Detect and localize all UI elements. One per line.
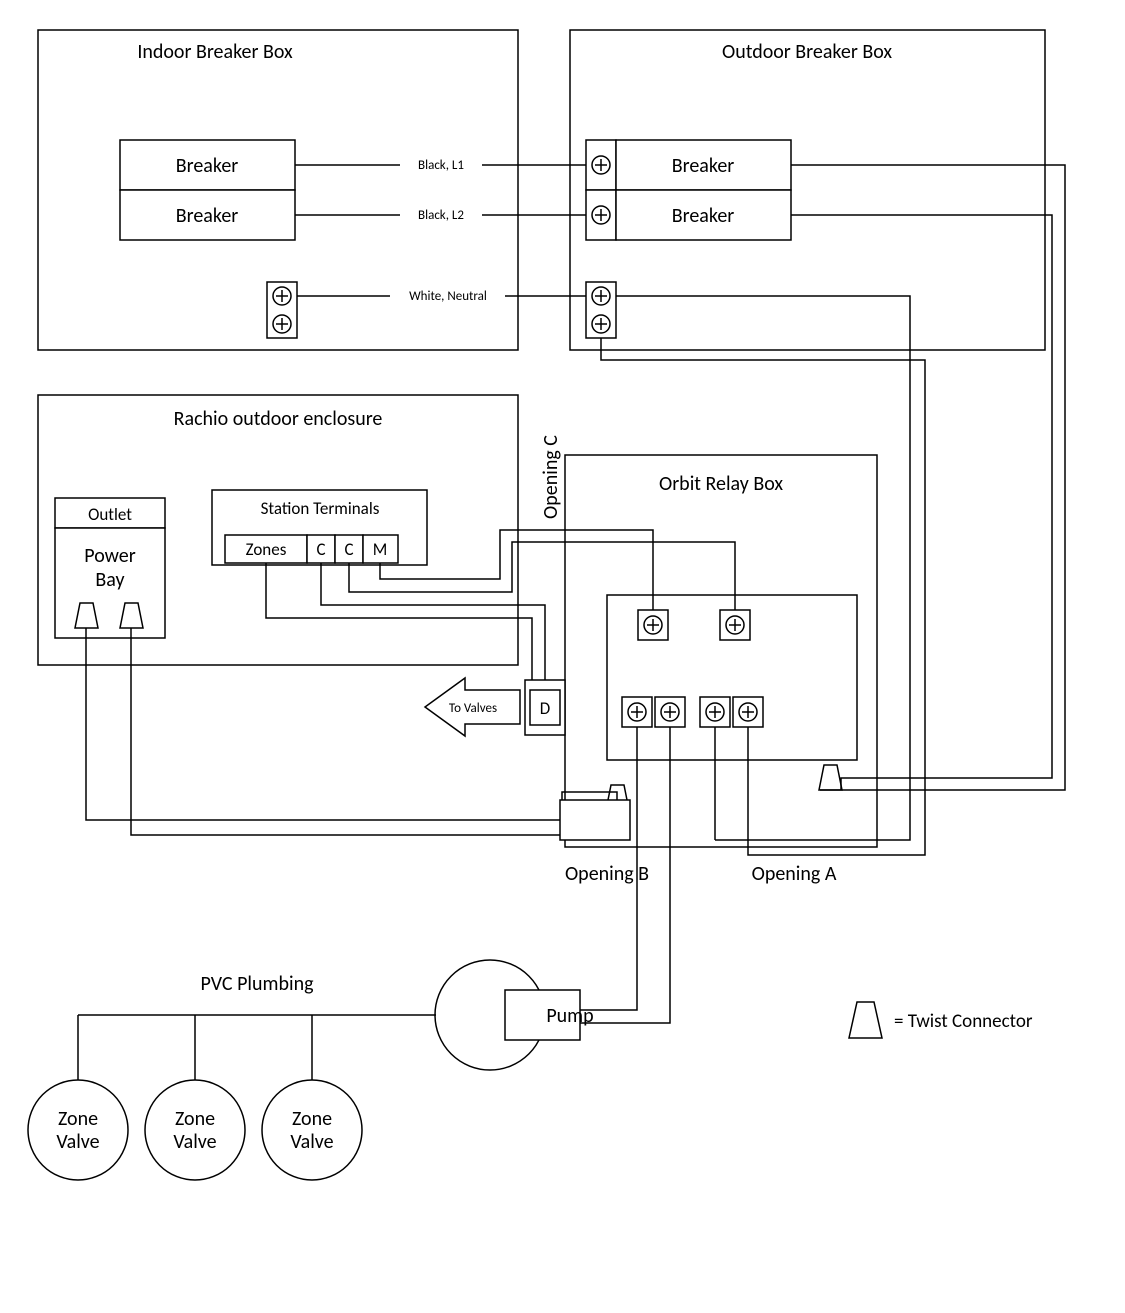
pump-label: Pump xyxy=(546,1004,593,1028)
d-label: D xyxy=(540,698,550,719)
power-bay-label-2: Bay xyxy=(95,568,124,592)
outdoor-breaker-title: Outdoor Breaker Box xyxy=(722,40,892,64)
outlet-label: Outlet xyxy=(88,504,132,525)
svg-text:Zone: Zone xyxy=(58,1107,98,1131)
svg-text:Zone: Zone xyxy=(292,1107,332,1131)
c1-label: C xyxy=(316,539,325,560)
indoor-breaker-title: Indoor Breaker Box xyxy=(137,40,293,64)
opening-b-cover xyxy=(560,800,630,840)
wire-black-l2-label: Black, L2 xyxy=(418,208,464,223)
svg-text:Valve: Valve xyxy=(173,1130,216,1154)
power-bay-label-1: Power xyxy=(84,544,135,568)
wiring-diagram: Indoor Breaker Box Breaker Breaker Outdo… xyxy=(0,0,1125,1313)
orbit-relay-title: Orbit Relay Box xyxy=(659,472,783,496)
indoor-breaker-2-label: Breaker xyxy=(176,204,239,228)
to-valves-label: To Valves xyxy=(449,701,497,716)
wire-white-neutral-label: White, Neutral xyxy=(409,289,487,304)
station-terminals-title: Station Terminals xyxy=(261,498,380,519)
zones-label: Zones xyxy=(246,539,287,560)
svg-text:Zone: Zone xyxy=(175,1107,215,1131)
svg-text:Valve: Valve xyxy=(56,1130,99,1154)
twist-connector-icon xyxy=(849,1002,882,1038)
m-label: M xyxy=(373,539,388,560)
pvc-label: PVC Plumbing xyxy=(200,972,314,996)
opening-c-label: Opening C xyxy=(539,435,563,519)
wire-black-l1-label: Black, L1 xyxy=(418,158,464,173)
outdoor-breaker-1-label: Breaker xyxy=(672,154,735,178)
opening-a-label: Opening A xyxy=(752,862,837,886)
legend-twist-connector: = Twist Connector xyxy=(894,1010,1033,1033)
outdoor-breaker-2-label: Breaker xyxy=(672,204,735,228)
rachio-enclosure-title: Rachio outdoor enclosure xyxy=(174,407,383,431)
svg-text:Valve: Valve xyxy=(290,1130,333,1154)
c2-label: C xyxy=(344,539,353,560)
indoor-breaker-1-label: Breaker xyxy=(176,154,239,178)
